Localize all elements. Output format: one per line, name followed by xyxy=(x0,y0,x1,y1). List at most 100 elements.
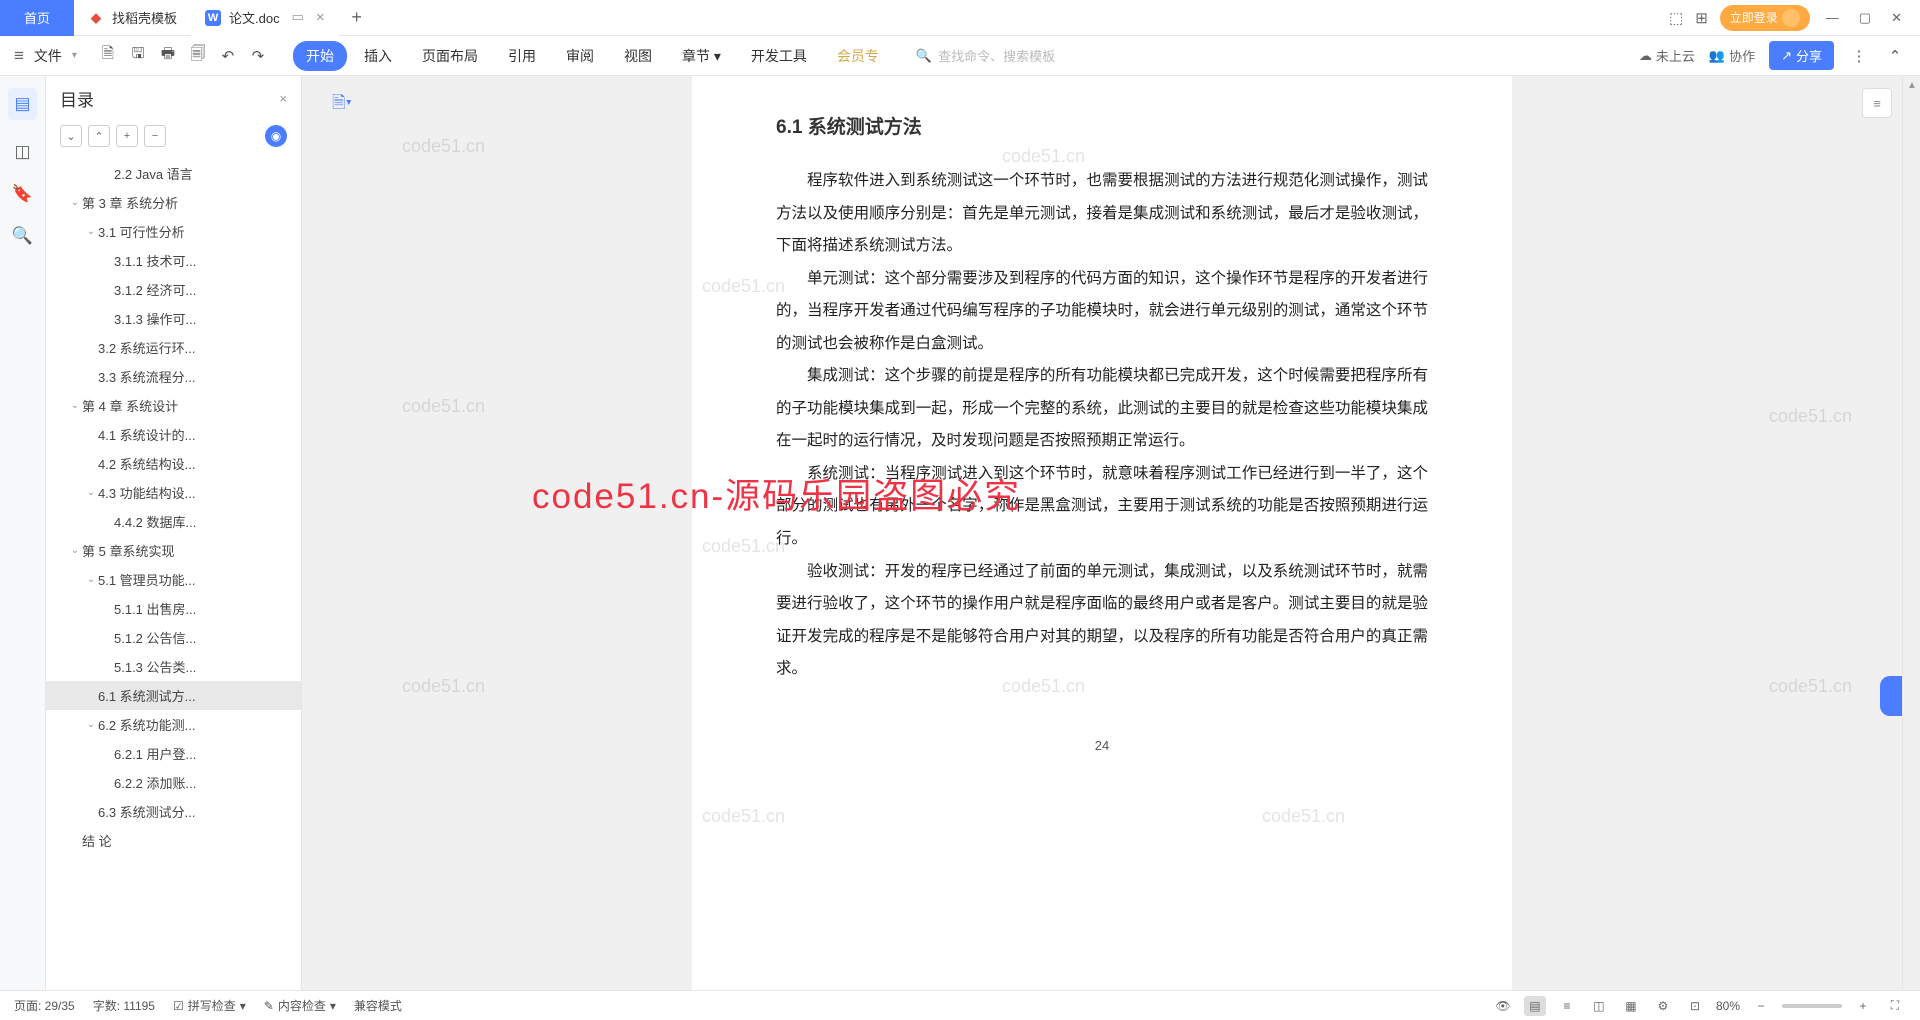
ribbon-tab-4[interactable]: 审阅 xyxy=(553,41,607,71)
outline-item[interactable]: 3.1.3 操作可... xyxy=(46,304,301,333)
ribbon-tab-7[interactable]: 开发工具 xyxy=(738,41,820,71)
fullscreen-icon[interactable]: ⛶ xyxy=(1884,996,1906,1016)
undo-icon[interactable]: ↶ xyxy=(217,45,239,67)
zoom-fit-icon[interactable]: ⊡ xyxy=(1684,996,1706,1016)
tab-split-icon[interactable]: ▭ xyxy=(292,9,304,26)
outline-item[interactable]: 3.1.2 经济可... xyxy=(46,275,301,304)
outline-item[interactable]: 4.4.2 数据库... xyxy=(46,507,301,536)
print-preview-icon[interactable]: 🗐 xyxy=(187,45,209,67)
outline-item[interactable]: 3.2 系统运行环... xyxy=(46,333,301,362)
maximize-button[interactable]: ▢ xyxy=(1855,10,1875,26)
format-panel-icon[interactable]: ≡ xyxy=(1862,88,1892,118)
paragraph: 单元测试：这个部分需要涉及到程序的代码方面的知识，这个操作环节是程序的开发者进行… xyxy=(776,263,1428,361)
tab-template[interactable]: ◆ 找稻壳模板 xyxy=(74,0,191,36)
outline-item[interactable]: 4.1 系统设计的... xyxy=(46,420,301,449)
ribbon-tab-2[interactable]: 页面布局 xyxy=(409,41,491,71)
print-icon[interactable]: 🖶 xyxy=(157,45,179,67)
outline-item[interactable]: ⌄6.2 系统功能测... xyxy=(46,710,301,739)
layout-icon[interactable]: ⬚ xyxy=(1669,9,1683,27)
file-menu[interactable]: 文件 xyxy=(34,46,62,66)
remove-icon[interactable]: − xyxy=(144,125,166,147)
outline-item[interactable]: 3.1.1 技术可... xyxy=(46,246,301,275)
collab-button[interactable]: 👥 协作 xyxy=(1709,46,1755,65)
add-icon[interactable]: + xyxy=(116,125,138,147)
eye-icon[interactable]: 👁 xyxy=(1492,996,1514,1016)
outline-item[interactable]: 6.2.2 添加账... xyxy=(46,768,301,797)
word-count[interactable]: 字数: 11195 xyxy=(93,997,155,1014)
content-check-button[interactable]: ✎ 内容检查 ▾ xyxy=(264,997,336,1014)
side-tab[interactable] xyxy=(1880,676,1902,716)
tab-label: 论文.doc xyxy=(229,8,280,27)
statusbar: 页面: 29/35 字数: 11195 ☑ 拼写检查 ▾ ✎ 内容检查 ▾ 兼容… xyxy=(0,990,1920,1020)
page: 6.1 系统测试方法 程序软件进入到系统测试这一个环节时，也需要根据测试的方法进… xyxy=(692,76,1512,990)
save-icon[interactable]: 🖫 xyxy=(127,45,149,67)
outline-item[interactable]: ⌄4.3 功能结构设... xyxy=(46,478,301,507)
new-doc-icon[interactable]: 🗎 xyxy=(97,45,119,67)
cloud-button[interactable]: ☁ 未上云 xyxy=(1639,46,1695,65)
outline-close-icon[interactable]: × xyxy=(279,91,287,106)
minimize-button[interactable]: — xyxy=(1822,10,1843,25)
outline-item[interactable]: 6.2.1 用户登... xyxy=(46,739,301,768)
outline-item[interactable]: 5.1.1 出售房... xyxy=(46,594,301,623)
outline-item[interactable]: 6.3 系统测试分... xyxy=(46,797,301,826)
outline-item[interactable]: ⌄3.1 可行性分析 xyxy=(46,217,301,246)
ai-icon[interactable]: ◉ xyxy=(265,125,287,147)
outline-item[interactable]: ⌄第 5 章系统实现 xyxy=(46,536,301,565)
tab-home[interactable]: 首页 xyxy=(0,0,74,36)
outline-item[interactable]: 结 论 xyxy=(46,826,301,855)
watermark: code51.cn xyxy=(402,136,485,157)
ribbon-tab-3[interactable]: 引用 xyxy=(495,41,549,71)
tab-doc[interactable]: W 论文.doc ▭ × xyxy=(191,0,339,36)
view-read-icon[interactable]: ▦ xyxy=(1620,996,1642,1016)
more-icon[interactable]: ⋮ xyxy=(1848,45,1870,67)
zoom-in-icon[interactable]: + xyxy=(1852,996,1874,1016)
find-icon[interactable]: 🔍 xyxy=(12,226,33,246)
close-button[interactable]: ✕ xyxy=(1887,10,1906,26)
search-box[interactable]: 🔍 查找命令、搜索模板 xyxy=(916,46,1055,65)
zoom-out-icon[interactable]: − xyxy=(1750,996,1772,1016)
menu-icon[interactable]: ≡ xyxy=(14,46,24,66)
page-options-icon[interactable]: 🗎▾ xyxy=(332,90,352,119)
tab-add[interactable]: + xyxy=(339,7,375,28)
ribbon-tab-6[interactable]: 章节 ▾ xyxy=(669,41,734,71)
expand-icon[interactable]: ⌃ xyxy=(1884,45,1906,67)
compat-mode[interactable]: 兼容模式 xyxy=(354,997,402,1014)
tab-close-icon[interactable]: × xyxy=(316,9,325,26)
spellcheck-button[interactable]: ☑ 拼写检查 ▾ xyxy=(173,997,246,1014)
watermark: code51.cn xyxy=(402,396,485,417)
zoom-slider[interactable] xyxy=(1782,1004,1842,1008)
outline-icon[interactable]: ▤ xyxy=(8,88,36,120)
expand-all-icon[interactable]: ⌃ xyxy=(88,125,110,147)
outline-item[interactable]: 6.1 系统测试方... xyxy=(46,681,301,710)
view-page-icon[interactable]: ▤ xyxy=(1524,996,1546,1016)
settings-icon[interactable]: ⚙ xyxy=(1652,996,1674,1016)
login-button[interactable]: 立即登录 xyxy=(1720,5,1810,31)
paragraph: 系统测试：当程序测试进入到这个环节时，就意味着程序测试工作已经进行到一半了，这个… xyxy=(776,458,1428,556)
view-outline-icon[interactable]: ≡ xyxy=(1556,996,1578,1016)
view-web-icon[interactable]: ◫ xyxy=(1588,996,1610,1016)
zoom-level[interactable]: 80% xyxy=(1716,999,1740,1013)
outline-item[interactable]: 2.2 Java 语言 xyxy=(46,159,301,188)
outline-item[interactable]: 5.1.2 公告信... xyxy=(46,623,301,652)
outline-item[interactable]: ⌄第 4 章 系统设计 xyxy=(46,391,301,420)
collapse-all-icon[interactable]: ⌄ xyxy=(60,125,82,147)
scroll-up-icon[interactable]: ▲ xyxy=(1907,80,1917,91)
outline-item[interactable]: 3.3 系统流程分... xyxy=(46,362,301,391)
ribbon-tab-1[interactable]: 插入 xyxy=(351,41,405,71)
ribbon-icon[interactable]: 🔖 xyxy=(12,184,33,204)
dropdown-icon[interactable]: ▾ xyxy=(72,50,77,61)
apps-icon[interactable]: ⊞ xyxy=(1695,9,1708,27)
scrollbar[interactable]: ▲ xyxy=(1902,76,1920,990)
redo-icon[interactable]: ↷ xyxy=(247,45,269,67)
bookmark-icon[interactable]: ◫ xyxy=(14,142,30,162)
outline-item[interactable]: ⌄第 3 章 系统分析 xyxy=(46,188,301,217)
share-button[interactable]: ↗ 分享 xyxy=(1769,41,1834,70)
outline-item[interactable]: 4.2 系统结构设... xyxy=(46,449,301,478)
ribbon-tab-0[interactable]: 开始 xyxy=(293,41,347,71)
ribbon-tab-5[interactable]: 视图 xyxy=(611,41,665,71)
ribbon-tab-8[interactable]: 会员专 xyxy=(824,41,892,71)
outline-item[interactable]: ⌄5.1 管理员功能... xyxy=(46,565,301,594)
outline-item[interactable]: 5.1.3 公告类... xyxy=(46,652,301,681)
page-indicator[interactable]: 页面: 29/35 xyxy=(14,997,75,1014)
search-placeholder: 查找命令、搜索模板 xyxy=(938,46,1055,65)
